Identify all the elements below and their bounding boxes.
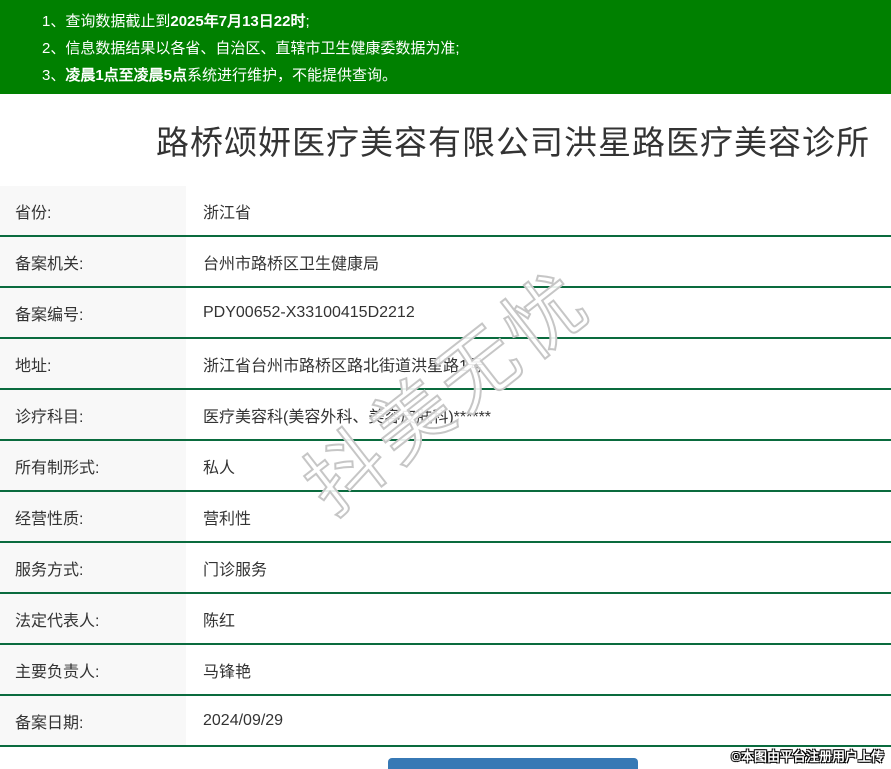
record-table: 省份: 浙江省 备案机关: 台州市路桥区卫生健康局 备案编号: PDY00652…	[0, 186, 891, 747]
row-label: 备案编号:	[0, 287, 186, 339]
table-row: 地址: 浙江省台州市路桥区路北街道洪星路1号	[0, 338, 891, 390]
row-label: 省份:	[0, 186, 186, 237]
row-value: 门诊服务	[186, 542, 891, 594]
row-value: 2024/09/29	[186, 695, 891, 747]
table-row: 服务方式: 门诊服务	[0, 542, 891, 594]
row-label: 法定代表人:	[0, 593, 186, 645]
row-label: 所有制形式:	[0, 440, 186, 492]
page: 1、查询数据截止到2025年7月13日22时; 2、信息数据结果以各省、自治区、…	[0, 0, 891, 769]
table-row: 主要负责人: 马锋艳	[0, 644, 891, 696]
table-row: 所有制形式: 私人	[0, 440, 891, 492]
row-value: 马锋艳	[186, 644, 891, 696]
table-row: 备案机关: 台州市路桥区卫生健康局	[0, 236, 891, 288]
row-label: 主要负责人:	[0, 644, 186, 696]
notice-line-text: 信息数据结果以各省、自治区、直辖市卫生健康委数据为准;	[65, 40, 460, 57]
notice-line-1: 1、查询数据截止到2025年7月13日22时;	[42, 8, 891, 35]
notice-line-bold: 2025年7月13日22时	[170, 13, 306, 30]
close-window-button[interactable]: 〖关闭窗口〗	[388, 758, 638, 769]
row-label: 经营性质:	[0, 491, 186, 543]
row-value: 台州市路桥区卫生健康局	[186, 236, 891, 288]
row-value: 医疗美容科(美容外科、美容皮肤科)******	[186, 389, 891, 441]
row-value: 浙江省	[186, 186, 891, 237]
notice-line-3: 3、凌晨1点至凌晨5点系统进行维护，不能提供查询。	[42, 62, 891, 89]
notice-line-number: 3、	[42, 67, 66, 84]
notice-line-number: 2、	[42, 40, 66, 57]
row-label: 服务方式:	[0, 542, 186, 594]
title-area: 路桥颂妍医疗美容有限公司洪星路医疗美容诊所	[0, 94, 891, 186]
table-row: 法定代表人: 陈红	[0, 593, 891, 645]
row-value: 浙江省台州市路桥区路北街道洪星路1号	[186, 338, 891, 390]
uploader-credit: ©本图由平台注册用户上传	[731, 749, 884, 764]
row-label: 诊疗科目:	[0, 389, 186, 441]
table-row: 备案编号: PDY00652-X33100415D2212	[0, 287, 891, 339]
row-value: 私人	[186, 440, 891, 492]
table-row: 省份: 浙江省	[0, 186, 891, 237]
row-value: 陈红	[186, 593, 891, 645]
notice-line-text: ;	[305, 13, 310, 30]
table-row: 备案日期: 2024/09/29	[0, 695, 891, 747]
notice-line-text: 系统进行维护，不能提供查询。	[187, 67, 398, 84]
notice-line-text: 查询数据截止到	[65, 13, 171, 30]
row-label: 备案机关:	[0, 236, 186, 288]
notice-line-2: 2、信息数据结果以各省、自治区、直辖市卫生健康委数据为准;	[42, 35, 891, 62]
row-value: 营利性	[186, 491, 891, 543]
table-row: 诊疗科目: 医疗美容科(美容外科、美容皮肤科)******	[0, 389, 891, 441]
notice-line-number: 1、	[42, 13, 66, 30]
row-value: PDY00652-X33100415D2212	[186, 287, 891, 339]
notice-line-bold: 凌晨1点至凌晨5点	[65, 67, 188, 84]
page-title: 路桥颂妍医疗美容有限公司洪星路医疗美容诊所	[156, 124, 870, 161]
row-label: 地址:	[0, 338, 186, 390]
row-label: 备案日期:	[0, 695, 186, 747]
table-row: 经营性质: 营利性	[0, 491, 891, 543]
notice-banner: 1、查询数据截止到2025年7月13日22时; 2、信息数据结果以各省、自治区、…	[0, 0, 891, 94]
